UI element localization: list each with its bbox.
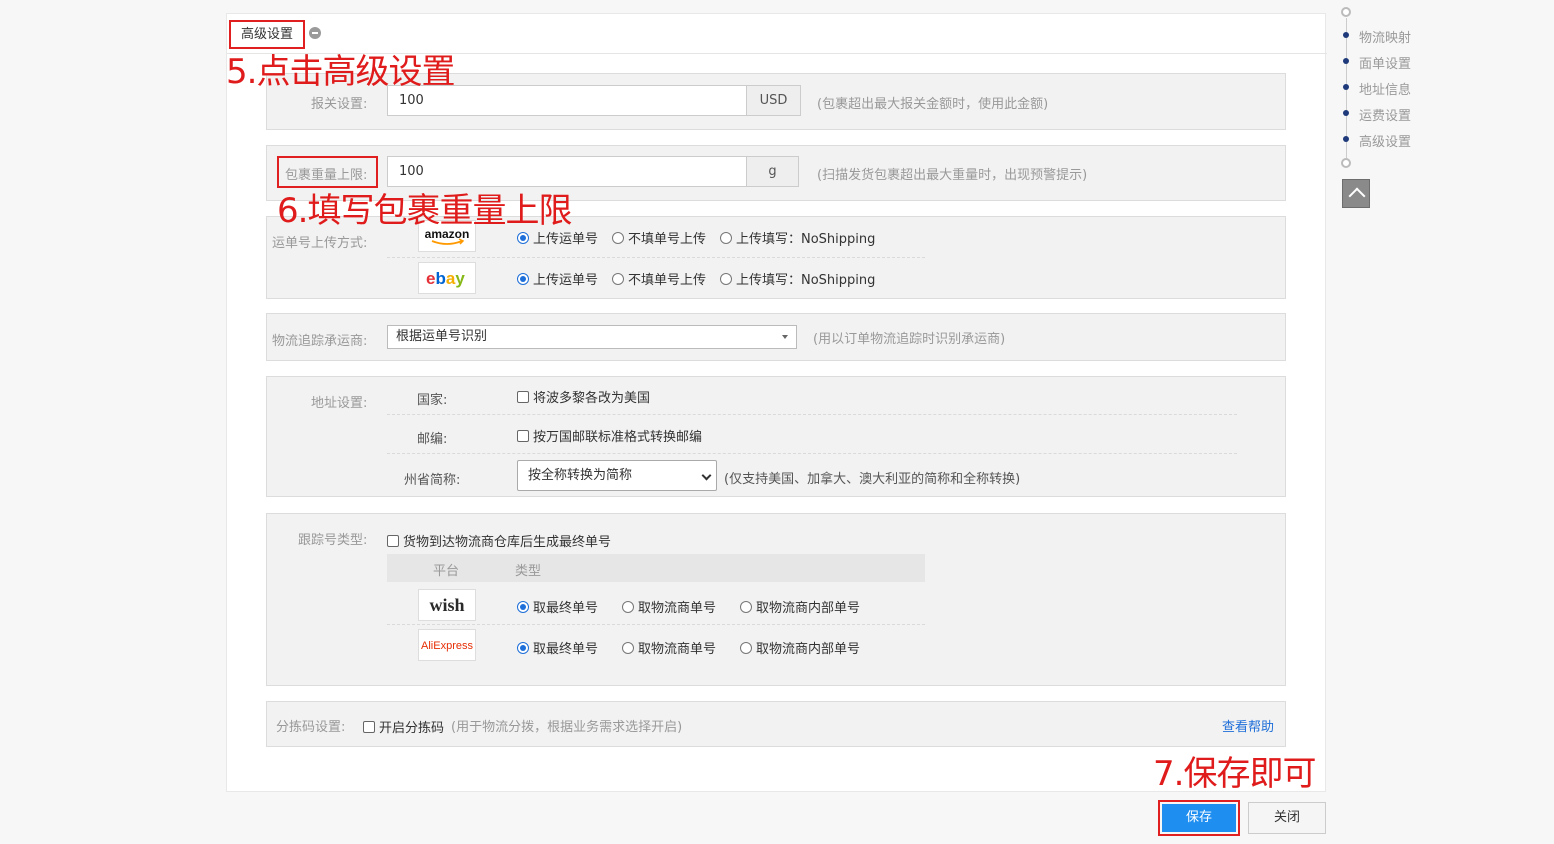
customs-label: 报关设置: [311,97,368,112]
divider [387,453,1237,454]
divider [387,414,1237,415]
customs-hint: (包裹超出最大报关金额时，使用此金额) [817,97,1049,112]
weight-unit: g [746,156,799,187]
customs-unit: USD [746,85,801,116]
aliexpress-internal-tracking-radio[interactable]: 取物流商内部单号 [740,638,860,657]
weight-label: 包裹重量上限: [285,168,368,183]
ebay-no-tracking-radio[interactable]: 不填单号上传 [612,269,706,288]
side-nav-freight-settings[interactable]: 运费设置 [1359,105,1411,124]
aliexpress-carrier-tracking-radio[interactable]: 取物流商单号 [622,638,716,657]
ebay-logo: ebay [418,262,476,294]
nav-dot [1343,110,1349,116]
sorting-code-hint: (用于物流分拨，根据业务需求选择开启) [451,720,683,735]
wish-final-tracking-radio[interactable]: 取最终单号 [517,597,598,616]
amazon-noshipping-radio[interactable]: 上传填写：NoShipping [720,228,875,247]
tracking-type-label: 跟踪号类型: [298,533,368,548]
nav-dot [1343,136,1349,142]
annotation-step5: 5.点击高级设置 [226,52,455,92]
svg-text:AliExpress: AliExpress [421,640,473,652]
annotation-step7: 7.保存即可 [1153,754,1316,794]
enable-sorting-code-checkbox[interactable]: 开启分拣码 [363,717,444,736]
side-nav-end-circle [1341,158,1351,168]
back-to-top-icon[interactable] [1342,179,1370,208]
weight-limit-input[interactable]: 100 [387,156,747,187]
side-nav-address-info[interactable]: 地址信息 [1359,79,1411,98]
final-tracking-checkbox[interactable]: 货物到达物流商仓库后生成最终单号 [387,531,611,550]
state-abbrev-hint: (仅支持美国、加拿大、澳大利亚的简称和全称转换) [724,472,1021,487]
svg-text:wish: wish [429,595,464,615]
annotation-step6: 6.填写包裹重量上限 [277,191,572,231]
collapse-icon[interactable] [309,27,321,39]
ebay-upload-tracking-radio[interactable]: 上传运单号 [517,269,598,288]
state-abbrev-select[interactable]: 按全称转换为简称 [517,460,717,491]
nav-dot [1343,32,1349,38]
view-help-link[interactable]: 查看帮助 [1222,716,1274,735]
weight-hint: (扫描发货包裹超出最大重量时，出现预警提示) [817,168,1088,183]
side-nav-label-settings[interactable]: 面单设置 [1359,53,1411,72]
puerto-rico-to-us-checkbox[interactable]: 将波多黎各改为美国 [517,387,650,406]
type-column-header: 类型 [515,564,542,579]
wish-carrier-tracking-radio[interactable]: 取物流商单号 [622,597,716,616]
svg-text:ebay: ebay [426,269,465,288]
tracking-type-table-header: 平台 类型 [387,554,925,582]
nav-dot [1343,84,1349,90]
divider [387,624,925,625]
nav-dot [1343,58,1349,64]
address-label: 地址设置: [311,396,368,411]
sorting-code-label: 分拣码设置: [276,720,346,735]
aliexpress-final-tracking-radio[interactable]: 取最终单号 [517,638,598,657]
close-button[interactable]: 关闭 [1248,802,1326,834]
section-header: 高级设置 [227,14,1327,54]
aliexpress-logo: AliExpress [418,629,476,661]
carrier-hint: (用以订单物流追踪时识别承运商) [813,332,1006,347]
wish-internal-tracking-radio[interactable]: 取物流商内部单号 [740,597,860,616]
divider [387,257,925,258]
chevron-down-icon [701,470,712,481]
advanced-settings-header[interactable]: 高级设置 [229,20,305,49]
carrier-label: 物流追踪承运商: [272,334,368,349]
save-button[interactable]: 保存 [1158,800,1240,836]
amazon-no-tracking-radio[interactable]: 不填单号上传 [612,228,706,247]
country-label: 国家: [417,393,448,408]
ebay-noshipping-radio[interactable]: 上传填写：NoShipping [720,269,875,288]
platform-column-header: 平台 [433,564,460,579]
side-nav-logistics-mapping[interactable]: 物流映射 [1359,27,1411,46]
state-abbrev-label: 州省简称: [404,473,461,488]
upu-zip-format-checkbox[interactable]: 按万国邮联标准格式转换邮编 [517,426,702,445]
tracking-upload-label: 运单号上传方式: [272,236,368,251]
carrier-select[interactable]: 根据运单号识别 [387,325,797,349]
chevron-down-icon [782,335,788,339]
wish-logo: wish [418,589,476,621]
zip-label: 邮编: [417,432,448,447]
side-nav-start-circle [1341,7,1351,17]
side-nav-advanced-settings[interactable]: 高级设置 [1359,131,1411,150]
